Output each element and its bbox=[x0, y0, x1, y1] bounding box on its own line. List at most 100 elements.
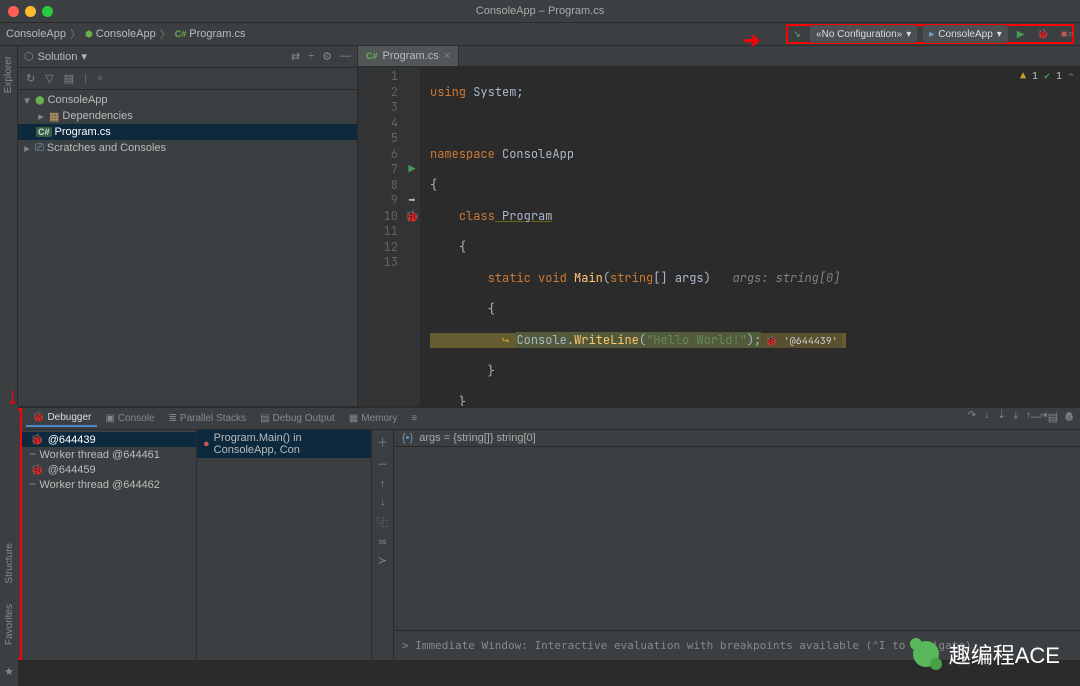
search-icon[interactable]: ⌕ bbox=[97, 72, 103, 85]
left-tool-stripe: Explorer bbox=[0, 46, 18, 406]
breadcrumb-project[interactable]: ⬢ConsoleApp bbox=[85, 28, 156, 40]
debug-panel: ↓ ↻ 🔧 ⏵ ⏸ ■ ⊘ ▯ ▼ ◉ ◎ ≋ ⚙ 📌 🐞 Debugger ▣… bbox=[0, 406, 1080, 660]
vars-toolbar: ＋ － ↑ ↓ ⿻ ∞ ≻ bbox=[372, 430, 394, 660]
tree-file-program[interactable]: C# Program.cs bbox=[18, 124, 357, 140]
stack-icon[interactable]: ▤ bbox=[64, 72, 74, 85]
solution-panel: ⬡ Solution ▾ ⇄ ÷ ⚙ — ↻ ▽ ▤ | ⌕ ▾⬢ Consol… bbox=[18, 46, 358, 406]
tree-scratches[interactable]: ▸⎚ Scratches and Consoles bbox=[18, 140, 357, 156]
hide-icon[interactable]: — bbox=[1031, 411, 1042, 423]
inspection-warn-count: 1 bbox=[1032, 69, 1038, 82]
chevron-up-down-icon[interactable]: ⌃ bbox=[1068, 69, 1074, 82]
sync-icon[interactable]: ↻ bbox=[26, 72, 35, 85]
link-icon[interactable]: ∞ bbox=[379, 536, 387, 548]
hide-icon[interactable]: — bbox=[340, 50, 351, 63]
thread-row[interactable]: ⎯ Worker thread @644462 bbox=[22, 477, 196, 492]
maximize-window-icon[interactable] bbox=[42, 6, 53, 17]
run-toolbar: ↘ «No Configuration» ▾ ▸ConsoleApp ▾ ▶ 🐞… bbox=[786, 24, 1074, 44]
debug-body: 🐞 @644439 ⎯ Worker thread @644461 🐞 @644… bbox=[22, 430, 1080, 660]
copy-icon[interactable]: ⿻ bbox=[377, 514, 388, 530]
terminal-icon[interactable]: ≻ bbox=[378, 554, 387, 567]
divide-icon[interactable]: ÷ bbox=[308, 50, 314, 63]
editor-area: C#Program.cs × ▲1 ✔1 ⌃ 12345678910111213… bbox=[358, 46, 1080, 406]
solution-toolbar: ↻ ▽ ▤ | ⌕ bbox=[18, 68, 357, 90]
execution-point-icon: ➡🐞 bbox=[405, 192, 420, 224]
gear-icon[interactable]: ⚙ bbox=[322, 50, 332, 63]
debug-panel-controls: — ▤ ⚙ bbox=[1020, 408, 1080, 427]
breadcrumb-file[interactable]: C#Program.cs bbox=[175, 28, 246, 40]
close-icon[interactable]: × bbox=[444, 50, 450, 62]
editor-tabs: C#Program.cs × bbox=[358, 46, 1080, 67]
variables-row[interactable]: {•} args = {string[]} string[0] bbox=[394, 430, 1080, 447]
chevron-right-icon: ▸ bbox=[22, 142, 32, 155]
step-over-icon[interactable]: ↷ bbox=[968, 410, 976, 427]
titlebar: ConsoleApp – Program.cs bbox=[0, 0, 1080, 22]
filter-icon[interactable]: ▽ bbox=[45, 72, 53, 85]
collapse-icon[interactable]: ⇄ bbox=[291, 50, 300, 63]
frames-panel: ● Program.Main() in ConsoleApp, Con bbox=[197, 430, 372, 660]
solution-tree: ▾⬢ ConsoleApp ▸▦ Dependencies C# Program… bbox=[18, 90, 357, 158]
hammer-icon[interactable]: ↘ bbox=[790, 25, 804, 43]
thread-tag[interactable]: 🐞 '@644439' bbox=[761, 333, 841, 349]
solution-panel-header: ⬡ Solution ▾ ⇄ ÷ ⚙ — bbox=[18, 46, 357, 68]
tab-memory[interactable]: ▦ Memory bbox=[343, 411, 404, 426]
favorites-stripe-label[interactable]: Favorites bbox=[4, 604, 15, 645]
up-icon[interactable]: ↑ bbox=[380, 478, 386, 490]
frame-row[interactable]: ● Program.Main() in ConsoleApp, Con bbox=[197, 430, 371, 458]
chevron-down-icon: ▾ bbox=[997, 29, 1002, 40]
watermark: 趣编程ACE bbox=[913, 638, 1060, 670]
run-line-icon[interactable]: ▶ bbox=[408, 161, 415, 177]
step-into-my-icon[interactable]: ⇣ bbox=[997, 410, 1005, 427]
search-icon[interactable]: ⌕ bbox=[1068, 28, 1074, 41]
threads-panel: 🐞 @644439 ⎯ Worker thread @644461 🐞 @644… bbox=[22, 430, 197, 660]
window-title: ConsoleApp – Program.cs bbox=[476, 5, 604, 17]
thread-row[interactable]: ⎯ Worker thread @644461 bbox=[22, 447, 196, 462]
chevron-down-icon: ▾ bbox=[22, 94, 32, 107]
watermark-text: 趣编程ACE bbox=[949, 638, 1060, 670]
run-button[interactable]: ▶ bbox=[1014, 25, 1028, 43]
star-icon[interactable]: ★ bbox=[4, 665, 14, 678]
tab-parallel-stacks[interactable]: ≣ Parallel Stacks bbox=[163, 411, 253, 426]
thread-row[interactable]: 🐞 @644459 bbox=[22, 462, 196, 477]
annotation-arrow: ➔ bbox=[743, 28, 760, 53]
window-controls bbox=[8, 6, 53, 17]
chevron-right-icon: ▸ bbox=[36, 110, 46, 123]
layout-icon[interactable]: ▤ bbox=[1048, 411, 1058, 424]
chevron-right-icon: 〉 bbox=[70, 26, 81, 42]
editor-tab-program[interactable]: C#Program.cs × bbox=[358, 46, 459, 66]
chevron-down-icon: ▾ bbox=[81, 50, 87, 63]
chevron-down-icon: ▾ bbox=[906, 29, 911, 40]
variables-panel: {•} args = {string[]} string[0] > Immedi… bbox=[394, 430, 1080, 660]
solution-panel-title[interactable]: ⬡ Solution ▾ bbox=[24, 50, 87, 63]
tree-dependencies[interactable]: ▸▦ Dependencies bbox=[18, 108, 357, 124]
navbar: ConsoleApp 〉 ⬢ConsoleApp 〉 C#Program.cs … bbox=[0, 22, 1080, 46]
more-icon[interactable]: ≡ bbox=[405, 411, 423, 426]
config-dropdown[interactable]: «No Configuration» ▾ bbox=[810, 25, 917, 43]
breadcrumb-solution[interactable]: ConsoleApp bbox=[6, 28, 66, 40]
debug-button[interactable]: 🐞 bbox=[1034, 25, 1052, 43]
inspection-widget[interactable]: ▲1 ✔1 ⌃ bbox=[1020, 69, 1074, 82]
debug-main: 🐞 Debugger ▣ Console ≣ Parallel Stacks ▤… bbox=[22, 408, 1080, 660]
close-window-icon[interactable] bbox=[8, 6, 19, 17]
breadcrumb: ConsoleApp 〉 ⬢ConsoleApp 〉 C#Program.cs bbox=[6, 26, 246, 42]
tab-console[interactable]: ▣ Console bbox=[99, 411, 160, 426]
bottom-left-stripe: Structure Favorites ★ bbox=[0, 406, 18, 686]
debug-tabs: 🐞 Debugger ▣ Console ≣ Parallel Stacks ▤… bbox=[22, 408, 1080, 430]
wechat-logo-icon bbox=[913, 641, 939, 667]
tab-debug-output[interactable]: ▤ Debug Output bbox=[254, 411, 341, 426]
structure-stripe-label[interactable]: Structure bbox=[4, 543, 15, 584]
runcfg-dropdown[interactable]: ▸ConsoleApp ▾ bbox=[923, 25, 1008, 43]
add-watch-icon[interactable]: ＋ bbox=[377, 434, 388, 450]
explorer-stripe-label[interactable]: Explorer bbox=[3, 56, 14, 93]
thread-row[interactable]: 🐞 @644439 bbox=[22, 432, 196, 447]
minimize-window-icon[interactable] bbox=[25, 6, 36, 17]
tab-debugger[interactable]: 🐞 Debugger bbox=[26, 410, 97, 427]
inspection-ok-count: 1 bbox=[1056, 69, 1062, 82]
force-step-icon[interactable]: ⤓ bbox=[1014, 410, 1018, 427]
main-area: Explorer ⬡ Solution ▾ ⇄ ÷ ⚙ — ↻ ▽ ▤ | ⌕ … bbox=[0, 46, 1080, 406]
step-into-icon[interactable]: ↓ bbox=[984, 410, 989, 427]
remove-watch-icon[interactable]: － bbox=[377, 456, 388, 472]
tree-root[interactable]: ▾⬢ ConsoleApp bbox=[18, 92, 357, 108]
gear-icon[interactable]: ⚙ bbox=[1064, 411, 1074, 424]
down-icon[interactable]: ↓ bbox=[380, 496, 386, 508]
chevron-right-icon: 〉 bbox=[160, 26, 171, 42]
